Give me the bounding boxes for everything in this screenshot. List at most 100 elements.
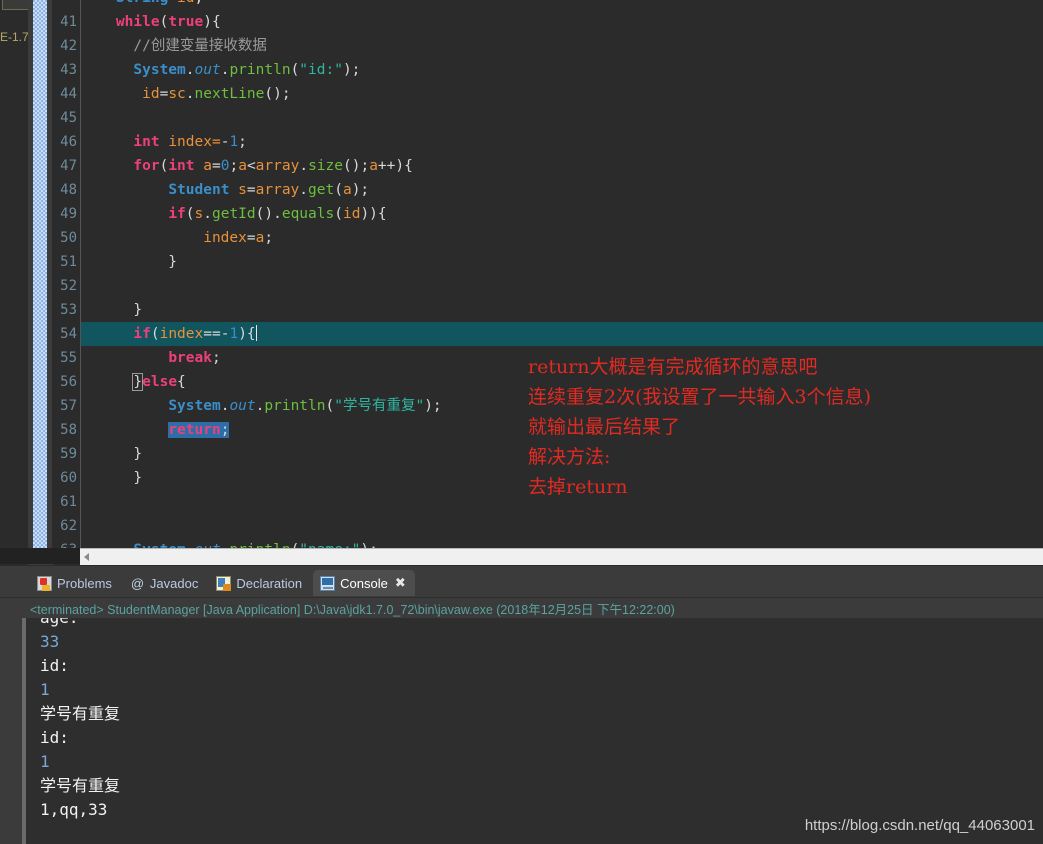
line-number: 51 — [60, 254, 77, 270]
code-line[interactable]: System.out.println("id:"); — [81, 58, 1043, 82]
code-line[interactable]: System.out.println("name:"); — [81, 538, 1043, 548]
console-line: 1 — [40, 680, 50, 699]
code-token: ){ — [238, 326, 256, 342]
line-number: 63 — [52, 538, 77, 548]
line-number: 52 — [60, 278, 77, 294]
code-line[interactable] — [81, 274, 1043, 298]
code-line[interactable]: id=sc.nextLine(); — [81, 82, 1043, 106]
code-token: ); — [342, 62, 361, 78]
code-token: index= — [159, 134, 221, 150]
tab-label: Console — [340, 575, 388, 591]
line-number: 41 — [60, 14, 77, 30]
tab-console[interactable]: Console ✖ — [313, 570, 415, 596]
code-token: (); — [342, 158, 370, 174]
code-token: array — [255, 158, 300, 174]
code-token: ( — [334, 206, 343, 222]
line-number: 59 — [60, 446, 77, 462]
console-line: 1,qq,33 — [40, 800, 108, 819]
line-number: 46 — [60, 134, 77, 150]
code-token: get — [308, 182, 335, 198]
code-token: a — [369, 158, 378, 174]
code-token: ; — [220, 422, 230, 438]
code-token: ); — [351, 182, 370, 198]
line-number: 45 — [60, 110, 77, 126]
code-token: System — [133, 62, 186, 78]
code-token: . — [185, 62, 195, 78]
code-token: id — [177, 0, 194, 6]
code-token: } — [81, 254, 178, 270]
code-token: index — [159, 326, 204, 342]
code-line[interactable]: for(int a=0;a<array.size();a++){ — [81, 154, 1043, 178]
code-token: break — [168, 350, 212, 366]
code-token: index — [203, 230, 247, 246]
code-token: "学号有重复" — [334, 398, 425, 414]
code-line[interactable]: int index=-1; — [81, 130, 1043, 154]
code-line[interactable] — [81, 106, 1043, 130]
package-explorer-sliver: E-1.7 — [0, 0, 28, 565]
code-token: //创建变量接收数据 — [81, 38, 267, 54]
tab-label: Declaration — [236, 575, 303, 591]
code-token: = — [246, 182, 256, 198]
line-number: 58 — [60, 422, 77, 438]
code-token: else — [142, 374, 178, 390]
console-output[interactable]: age: 33 id: 1 学号有重复 id: 1 学号有重复 1,qq,33 — [22, 618, 1043, 844]
line-number: 62 — [60, 518, 77, 534]
code-token: true — [168, 14, 204, 30]
code-token: array — [255, 182, 300, 198]
editor-horizontal-scrollbar[interactable] — [80, 548, 1043, 565]
code-token: 1 — [229, 134, 239, 150]
code-line[interactable]: } — [81, 298, 1043, 322]
annotation-line: return大概是有完成循环的意思吧 — [528, 356, 818, 378]
console-line: 33 — [40, 632, 60, 651]
code-line[interactable]: if(s.getId().equals(id)){ — [81, 202, 1043, 226]
console-icon — [320, 575, 336, 591]
code-token: a — [342, 182, 352, 198]
code-line[interactable]: while(true){ — [81, 10, 1043, 34]
code-token: } — [81, 470, 143, 486]
code-line[interactable]: String id; — [81, 0, 1043, 10]
code-token: ++){ — [377, 158, 413, 174]
code-token: ; — [211, 350, 221, 366]
close-icon[interactable]: ✖ — [393, 576, 408, 591]
code-token: s — [194, 206, 204, 222]
line-number: 42 — [60, 38, 77, 54]
code-line[interactable]: if(index==-1){ — [81, 322, 1043, 346]
code-token: int — [168, 158, 195, 174]
code-token: 1 — [229, 326, 239, 342]
code-token: ( — [150, 326, 160, 342]
bottom-view-panel: Problems @ Javadoc Declaration Console ✖ <ter… — [0, 566, 1043, 844]
code-line[interactable]: //创建变量接收数据 — [81, 34, 1043, 58]
tab-label: Problems — [57, 575, 112, 591]
code-token: . — [299, 158, 309, 174]
code-token: return — [168, 422, 221, 438]
tab-problems[interactable]: Problems — [30, 570, 119, 596]
scroll-left-arrow-icon[interactable] — [84, 553, 89, 561]
code-line[interactable]: } — [81, 250, 1043, 274]
code-token: out — [229, 398, 256, 414]
code-token: ( — [290, 62, 300, 78]
code-token: size — [308, 158, 343, 174]
annotation-line: 解决方法: — [528, 446, 611, 468]
editor-vertical-scrollbar-thumb[interactable] — [33, 0, 47, 550]
code-token: ( — [334, 182, 343, 198]
explorer-node-label: E-1.7 — [0, 30, 28, 44]
code-token: ){ — [203, 14, 221, 30]
code-token: } — [132, 373, 144, 391]
code-token: (); — [264, 86, 291, 102]
tab-javadoc[interactable]: @ Javadoc — [123, 570, 205, 596]
code-token: . — [185, 86, 195, 102]
code-token: = — [212, 158, 221, 174]
code-line[interactable]: index=a; — [81, 226, 1043, 250]
code-token: a — [238, 158, 247, 174]
tab-declaration[interactable]: Declaration — [209, 570, 309, 596]
code-token: Student — [168, 182, 230, 198]
code-line[interactable]: Student s=array.get(a); — [81, 178, 1043, 202]
code-line[interactable] — [81, 514, 1043, 538]
